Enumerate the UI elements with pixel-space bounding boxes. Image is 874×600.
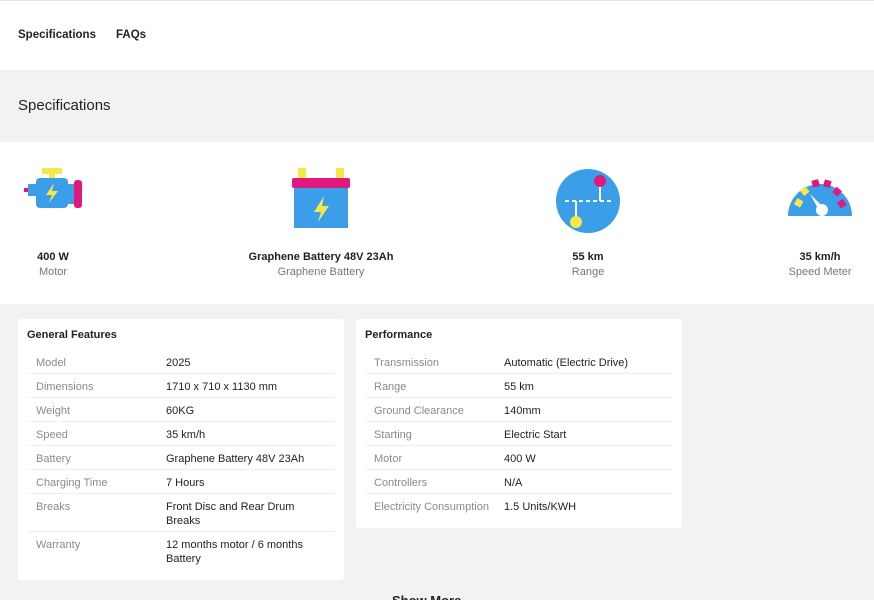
row-value: 60KG	[166, 405, 195, 417]
highlight-label: Motor	[38, 266, 68, 278]
table-row: Dimensions 1710 x 710 x 1130 mm	[27, 374, 335, 398]
row-value: 140mm	[504, 405, 541, 417]
highlight-value: 35 km/h	[799, 251, 841, 263]
row-value: Electric Start	[504, 429, 567, 441]
performance-card: Performance Transmission Automatic (Elect…	[356, 319, 682, 528]
table-row: Warranty 12 months motor / 6 months Batte…	[27, 532, 335, 569]
row-value: 1710 x 710 x 1130 mm	[166, 381, 278, 393]
row-key: Electricity Consumption	[374, 501, 489, 513]
table-row: Transmission Automatic (Electric Drive)	[365, 350, 673, 374]
spec-highlights: 400 W Motor Graphene Battery 48V 23Ah Gr…	[0, 142, 874, 304]
highlight-value: 55 km	[572, 251, 604, 263]
row-value: 55 km	[504, 381, 534, 393]
tab-faqs[interactable]: FAQs	[116, 29, 146, 41]
range-icon	[555, 168, 621, 239]
highlight-value: Graphene Battery 48V 23Ah	[248, 251, 394, 263]
table-row: Motor 400 W	[365, 446, 673, 470]
row-value: Automatic (Electric Drive)	[504, 357, 629, 369]
row-value: 35 km/h	[166, 429, 206, 441]
row-value: Front Disc and Rear Drum Breaks	[166, 501, 295, 527]
row-value: 2025	[166, 357, 191, 369]
row-key: Battery	[36, 453, 71, 465]
row-value: 400 W	[504, 453, 536, 465]
table-row: Speed 35 km/h	[27, 422, 335, 446]
highlight-label: Graphene Battery	[277, 266, 365, 278]
performance-table: Transmission Automatic (Electric Drive) R…	[365, 350, 673, 518]
row-value: Graphene Battery 48V 23Ah	[166, 453, 305, 465]
row-key: Dimensions	[36, 381, 94, 393]
table-row: Battery Graphene Battery 48V 23Ah	[27, 446, 335, 470]
battery-icon	[290, 168, 352, 235]
highlight-value: 400 W	[37, 251, 69, 263]
table-row: Electricity Consumption 1.5 Units/KWH	[365, 494, 673, 518]
row-value: 7 Hours	[166, 477, 205, 489]
top-nav: Specifications FAQs	[0, 0, 874, 70]
row-key: Motor	[374, 453, 403, 465]
highlight-label: Speed Meter	[788, 266, 852, 278]
table-row: Charging Time 7 Hours	[27, 470, 335, 494]
row-value: 1.5 Units/KWH	[504, 501, 577, 513]
row-value: 12 months motor / 6 months Battery	[166, 539, 303, 565]
general-features-table: Model 2025 Dimensions 1710 x 710 x 1130 mm…	[27, 350, 335, 569]
row-key: Transmission	[374, 357, 439, 369]
highlight-label: Range	[571, 266, 605, 278]
table-row: Starting Electric Start	[365, 422, 673, 446]
motor-icon	[22, 168, 84, 215]
speedometer-icon	[786, 168, 854, 225]
show-more-heading[interactable]: Show More	[392, 594, 461, 600]
table-row: Ground Clearance 140mm	[365, 398, 673, 422]
tab-specifications[interactable]: Specifications	[18, 29, 96, 41]
table-row: Range 55 km	[365, 374, 673, 398]
row-key: Speed	[36, 429, 68, 441]
row-key: Breaks	[36, 501, 71, 513]
card-title: General Features	[27, 329, 117, 341]
section-title: Specifications	[18, 97, 111, 114]
row-key: Weight	[36, 405, 71, 417]
row-key: Controllers	[374, 477, 428, 489]
table-row: Weight 60KG	[27, 398, 335, 422]
card-title: Performance	[365, 329, 433, 341]
row-key: Model	[36, 357, 66, 369]
table-row: Model 2025	[27, 350, 335, 374]
row-key: Starting	[374, 429, 412, 441]
row-value: N/A	[504, 477, 523, 489]
table-row: Breaks Front Disc and Rear Drum Breaks	[27, 494, 335, 532]
row-key: Charging Time	[36, 477, 108, 489]
row-key: Ground Clearance	[374, 405, 464, 417]
general-features-card: General Features Model 2025 Dimensions 171…	[18, 319, 344, 580]
table-row: Controllers N/A	[365, 470, 673, 494]
row-key: Range	[374, 381, 407, 393]
row-key: Warranty	[36, 539, 81, 551]
